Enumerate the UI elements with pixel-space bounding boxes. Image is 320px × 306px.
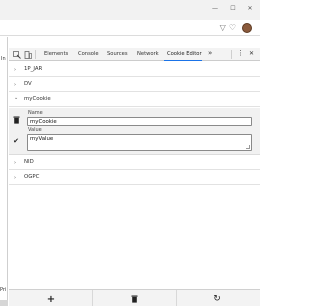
cookie-actions-bar: + ↻: [9, 289, 260, 306]
delete-cookie-button[interactable]: [12, 116, 20, 124]
cast-icon[interactable]: ▽: [220, 23, 226, 32]
chevron-right-icon: ›: [14, 160, 16, 166]
avatar[interactable]: [242, 23, 252, 33]
page-text-fragment: Pri: [0, 287, 7, 293]
checkmark-icon: ✔: [13, 137, 19, 145]
window-titlebar: — ☐ ✕: [0, 0, 260, 20]
value-text: myValue: [30, 136, 54, 142]
cookie-name: 1P_JAR: [24, 66, 43, 72]
name-label: Name: [28, 110, 43, 116]
chevron-down-icon: ⌄: [14, 95, 19, 101]
maximize-button[interactable]: ☐: [227, 2, 239, 14]
minimize-icon: —: [212, 4, 218, 12]
cookie-row[interactable]: › 1P_JAR: [9, 63, 260, 77]
value-label: Value: [28, 127, 42, 133]
devtools-close-icon[interactable]: ✕: [249, 50, 254, 57]
add-cookie-button[interactable]: +: [46, 293, 56, 305]
trash-icon: [131, 295, 137, 303]
trash-icon: [13, 116, 19, 124]
omnibar-icons: ▽ ♡: [220, 23, 236, 32]
page-scrollbar[interactable]: [0, 300, 8, 306]
tab-network[interactable]: Network: [137, 51, 159, 57]
toolbar-divider: [231, 50, 232, 59]
save-cookie-button[interactable]: ✔: [12, 137, 20, 145]
chevron-right-icon: ›: [14, 67, 16, 73]
cookie-name: myCookie: [24, 96, 51, 102]
close-icon: ✕: [247, 4, 253, 12]
resize-handle[interactable]: [246, 145, 250, 149]
refresh-button[interactable]: ↻: [212, 294, 222, 304]
devtools-toolbar: Elements Console Sources Network Cookie …: [9, 48, 260, 61]
cookie-row[interactable]: › NID: [9, 156, 260, 170]
cookie-name: DV: [24, 81, 32, 87]
value-field[interactable]: myValue: [27, 134, 252, 151]
tab-cookie-editor[interactable]: Cookie Editor: [167, 51, 202, 57]
bar-divider: [176, 290, 177, 306]
cookie-row[interactable]: › DV: [9, 78, 260, 92]
bookmark-icon[interactable]: ♡: [229, 23, 236, 32]
cookie-name: NID: [24, 159, 34, 165]
maximize-icon: ☐: [230, 4, 236, 12]
close-window-button[interactable]: ✕: [244, 2, 256, 14]
cookie-editor-form: Name myCookie Value ✔ myValue: [9, 108, 260, 155]
minimize-button[interactable]: —: [209, 2, 221, 14]
cookie-row[interactable]: › OGPC: [9, 171, 260, 185]
plus-icon: +: [46, 293, 56, 305]
bar-divider: [92, 290, 93, 306]
inspect-element-icon[interactable]: [12, 50, 21, 59]
toolbar-divider: [35, 50, 36, 59]
devtools-menu-icon[interactable]: ⋮: [237, 49, 244, 57]
more-tabs-icon[interactable]: »: [208, 49, 212, 57]
name-field[interactable]: myCookie: [27, 117, 252, 126]
chevron-right-icon: ›: [14, 82, 16, 88]
active-tab-indicator: [164, 60, 202, 61]
cookie-name: OGPC: [24, 174, 40, 180]
device-toolbar-icon[interactable]: [23, 50, 32, 59]
delete-all-button[interactable]: [129, 294, 139, 304]
tab-console[interactable]: Console: [78, 51, 99, 57]
chevron-right-icon: ›: [14, 175, 16, 181]
tab-elements[interactable]: Elements: [44, 51, 68, 57]
tab-sources[interactable]: Sources: [107, 51, 128, 57]
refresh-icon: ↻: [213, 294, 221, 304]
cookie-row[interactable]: ⌄ myCookie: [9, 93, 260, 107]
page-text-fragment: In: [1, 56, 6, 62]
page-content-strip: [0, 37, 8, 306]
omnibar: ▽ ♡: [0, 20, 260, 36]
